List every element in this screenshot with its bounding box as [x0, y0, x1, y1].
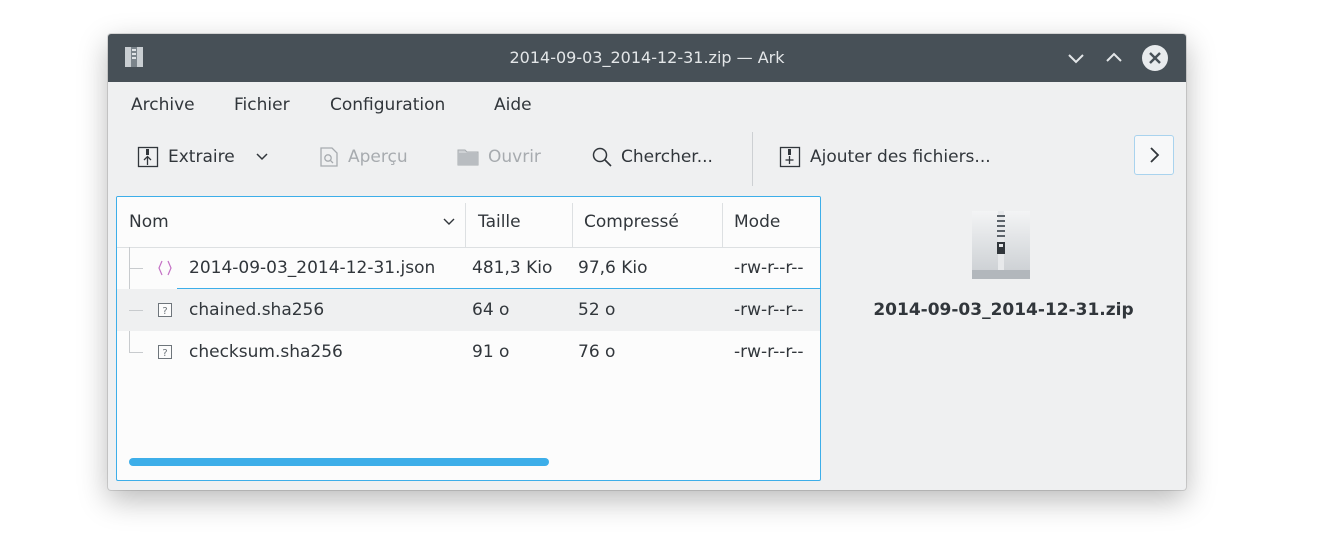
file-compressed: 52 o — [578, 300, 616, 320]
column-divider[interactable] — [465, 203, 466, 247]
menu-archive[interactable]: Archive — [131, 95, 195, 115]
add-files-icon — [779, 146, 801, 168]
column-header-size[interactable]: Taille — [478, 197, 521, 247]
chevron-down-icon[interactable] — [255, 152, 269, 162]
json-file-icon — [158, 260, 172, 276]
column-header-compressed[interactable]: Compressé — [584, 197, 679, 247]
folder-icon — [457, 149, 479, 166]
file-size: 64 o — [472, 300, 510, 320]
preview-icon — [320, 147, 338, 167]
extract-button[interactable]: Extraire — [136, 141, 277, 173]
file-compressed: 97,6 Kio — [578, 258, 648, 278]
add-files-button[interactable]: Ajouter des fichiers... — [778, 141, 991, 173]
menu-bar: Archive Fichier Configuration Aide — [108, 82, 1186, 126]
zip-archive-icon — [972, 211, 1030, 279]
chevron-right-icon — [1150, 147, 1160, 163]
unknown-file-icon: ? — [158, 345, 172, 359]
column-divider[interactable] — [572, 203, 573, 247]
column-divider[interactable] — [722, 203, 723, 247]
table-row[interactable]: ? checksum.sha256 91 o 76 o -rw-r--r-- — [117, 331, 820, 373]
archive-filename: 2014-09-03_2014-12-31.zip — [873, 300, 1134, 320]
close-button[interactable] — [1142, 45, 1168, 71]
main-toolbar: Extraire Aperçu Ouvrir Chercher... Ajout… — [108, 128, 1186, 188]
info-panel: 2014-09-03_2014-12-31.zip — [821, 196, 1186, 486]
file-mode: -rw-r--r-- — [734, 342, 804, 362]
horizontal-scrollbar[interactable] — [129, 458, 549, 466]
tree-branch-line — [129, 268, 143, 269]
file-size: 481,3 Kio — [472, 258, 553, 278]
add-files-label: Ajouter des fichiers... — [810, 147, 991, 167]
file-name: chained.sha256 — [189, 300, 325, 320]
open-button[interactable]: Ouvrir — [456, 141, 541, 173]
archive-file-list[interactable]: Nom Taille Compressé Mode 2014-09-03_201… — [116, 196, 821, 481]
open-label: Ouvrir — [488, 147, 541, 167]
menu-aide[interactable]: Aide — [494, 95, 532, 115]
file-mode: -rw-r--r-- — [734, 258, 804, 278]
minimize-button[interactable] — [1063, 45, 1089, 71]
chevron-down-icon[interactable] — [442, 217, 456, 227]
chevron-up-icon — [1106, 52, 1122, 62]
file-size: 91 o — [472, 342, 510, 362]
extract-icon — [137, 146, 159, 168]
file-mode: -rw-r--r-- — [734, 300, 804, 320]
chevron-down-icon — [1068, 54, 1084, 64]
tree-branch-line — [129, 310, 143, 311]
unknown-file-icon: ? — [158, 303, 172, 317]
search-button[interactable]: Chercher... — [591, 141, 713, 173]
search-icon — [592, 147, 612, 167]
extract-label: Extraire — [168, 147, 235, 167]
file-compressed: 76 o — [578, 342, 616, 362]
column-header-name[interactable]: Nom — [129, 197, 169, 247]
list-header: Nom Taille Compressé Mode — [117, 197, 820, 248]
close-icon — [1149, 52, 1161, 64]
search-label: Chercher... — [621, 147, 713, 167]
table-row[interactable]: ? chained.sha256 64 o 52 o -rw-r--r-- — [117, 289, 820, 331]
column-header-mode[interactable]: Mode — [734, 197, 780, 247]
tree-branch-line — [129, 352, 143, 353]
table-row[interactable]: 2014-09-03_2014-12-31.json 481,3 Kio 97,… — [117, 247, 820, 289]
ark-window: 2014-09-03_2014-12-31.zip — Ark Archive … — [108, 34, 1186, 490]
title-bar[interactable]: 2014-09-03_2014-12-31.zip — Ark — [108, 34, 1186, 82]
window-title: 2014-09-03_2014-12-31.zip — Ark — [509, 48, 785, 67]
menu-configuration[interactable]: Configuration — [330, 95, 445, 115]
file-name: checksum.sha256 — [189, 342, 343, 362]
svg-text:?: ? — [162, 348, 167, 359]
maximize-button[interactable] — [1101, 45, 1127, 71]
svg-text:?: ? — [162, 306, 167, 317]
preview-button[interactable]: Aperçu — [318, 141, 408, 173]
menu-fichier[interactable]: Fichier — [234, 95, 290, 115]
toolbar-more-button[interactable] — [1134, 135, 1174, 175]
toolbar-separator — [752, 132, 753, 186]
preview-label: Aperçu — [348, 147, 408, 167]
file-name: 2014-09-03_2014-12-31.json — [189, 258, 436, 278]
